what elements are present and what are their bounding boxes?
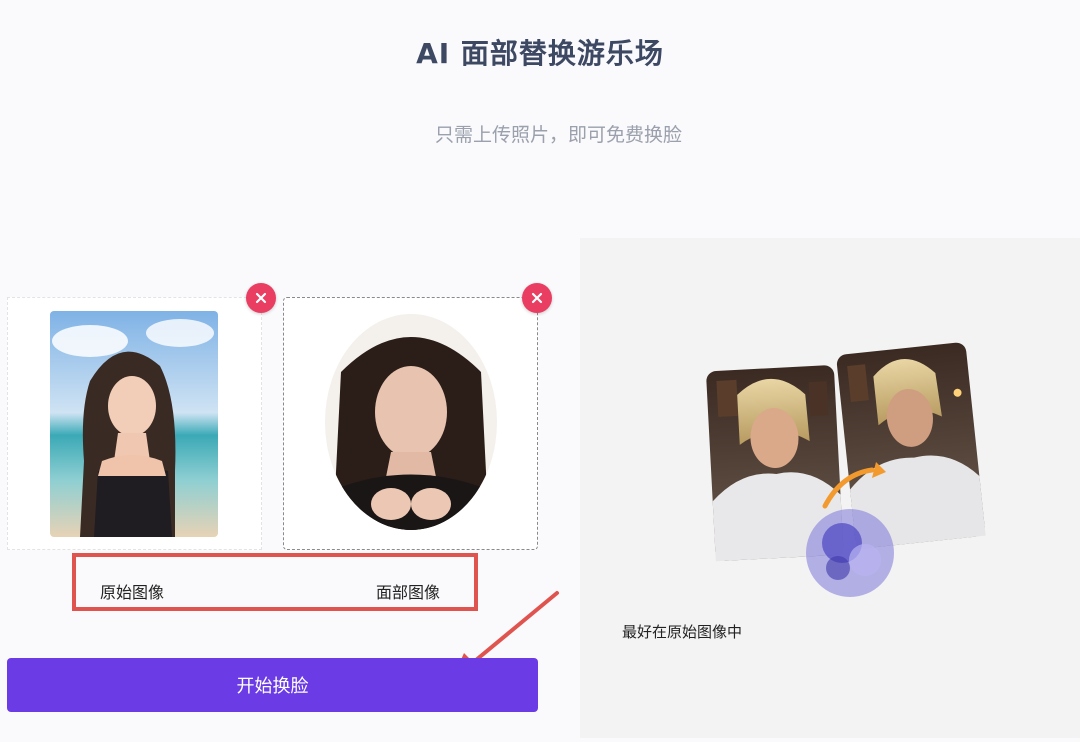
face-image-dropzone[interactable] bbox=[283, 297, 538, 550]
face-image-preview bbox=[325, 314, 497, 530]
close-icon bbox=[531, 292, 543, 304]
original-image-label: 原始图像 bbox=[100, 583, 165, 602]
page-title: AI 面部替换游乐场 bbox=[416, 37, 664, 70]
page-subtitle: 只需上传照片，即可免费换脸 bbox=[434, 124, 682, 146]
face-swap-example-illustration bbox=[706, 342, 986, 597]
original-image-dropzone[interactable] bbox=[7, 297, 262, 550]
preview-hint-text: 最好在原始图像中 bbox=[622, 623, 743, 641]
original-image-preview bbox=[50, 311, 218, 537]
remove-original-button[interactable] bbox=[246, 283, 276, 313]
remove-face-button[interactable] bbox=[522, 283, 552, 313]
preview-panel bbox=[580, 238, 1080, 738]
close-icon bbox=[255, 292, 267, 304]
face-image-label: 面部图像 bbox=[376, 583, 441, 602]
start-face-swap-button[interactable]: 开始换脸 bbox=[7, 658, 538, 712]
